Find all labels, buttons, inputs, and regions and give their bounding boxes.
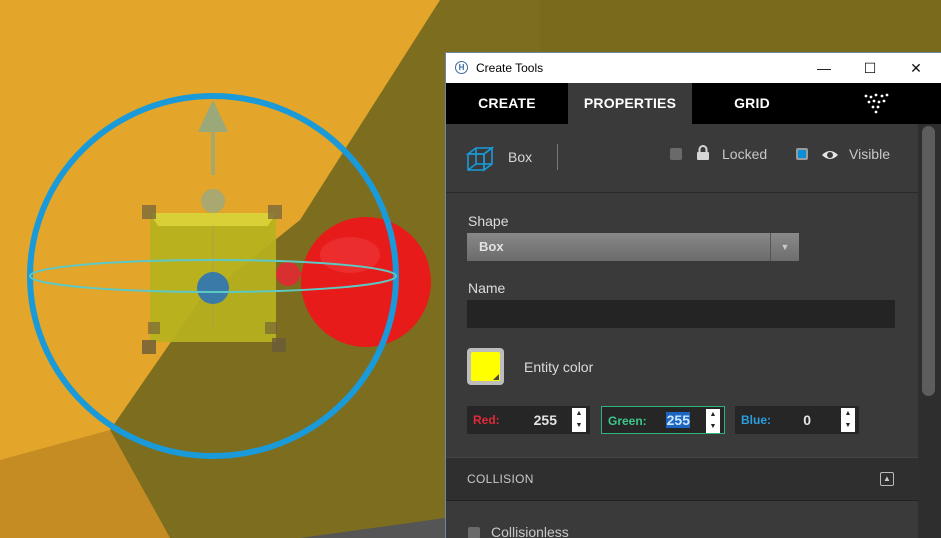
app-icon: H bbox=[455, 61, 468, 74]
red-sphere-entity[interactable] bbox=[301, 217, 431, 347]
spin-up-icon[interactable]: ▲ bbox=[841, 408, 855, 420]
green-label: Green: bbox=[608, 414, 647, 428]
logo-icon[interactable] bbox=[846, 83, 906, 124]
red-value[interactable]: 255 bbox=[527, 412, 557, 428]
red-label: Red: bbox=[473, 413, 500, 427]
blue-spinner[interactable]: ▲ ▼ bbox=[841, 408, 855, 432]
green-field[interactable]: Green: 255 ▲ ▼ bbox=[601, 406, 725, 434]
tab-create[interactable]: CREATE bbox=[446, 83, 568, 124]
collisionless-label: Collisionless bbox=[491, 524, 569, 538]
tab-bar: CREATE PROPERTIES GRID bbox=[446, 83, 941, 124]
red-field[interactable]: Red: 255 ▲ ▼ bbox=[467, 406, 590, 434]
maximize-button[interactable]: ☐ bbox=[847, 53, 893, 83]
divider bbox=[557, 144, 558, 170]
color-swatch bbox=[471, 352, 500, 381]
close-button[interactable]: ✕ bbox=[893, 53, 939, 83]
collision-title: COLLISION bbox=[467, 472, 534, 486]
tab-properties[interactable]: PROPERTIES bbox=[568, 83, 692, 124]
collisionless-checkbox[interactable] bbox=[468, 527, 480, 538]
cube-icon bbox=[465, 146, 495, 177]
spin-up-icon[interactable]: ▲ bbox=[706, 409, 720, 421]
collapse-icon[interactable]: ▲ bbox=[880, 472, 894, 486]
green-value[interactable]: 255 bbox=[666, 412, 690, 428]
shape-dropdown[interactable]: Box ▼ bbox=[467, 233, 799, 261]
spin-down-icon[interactable]: ▼ bbox=[572, 420, 586, 432]
entity-type-label: Box bbox=[508, 149, 533, 165]
spin-down-icon[interactable]: ▼ bbox=[841, 420, 855, 432]
chevron-down-icon[interactable]: ▼ bbox=[770, 233, 799, 261]
locked-checkbox[interactable] bbox=[670, 148, 682, 160]
create-tools-window: H Create Tools — ☐ ✕ CREATE PROPERTIES G… bbox=[445, 52, 941, 538]
visible-label: Visible bbox=[849, 146, 890, 162]
name-label: Name bbox=[468, 280, 506, 296]
entity-header: Box Locked Visible bbox=[446, 124, 918, 193]
entity-color-label: Entity color bbox=[524, 359, 594, 375]
green-spinner[interactable]: ▲ ▼ bbox=[706, 409, 720, 433]
lock-icon bbox=[696, 145, 710, 166]
red-spinner[interactable]: ▲ ▼ bbox=[572, 408, 586, 432]
blue-value[interactable]: 0 bbox=[791, 412, 811, 428]
window-title: Create Tools bbox=[476, 61, 544, 75]
color-swatch-button[interactable] bbox=[467, 348, 504, 385]
title-bar[interactable]: H Create Tools — ☐ ✕ bbox=[446, 53, 941, 83]
shape-label: Shape bbox=[468, 213, 509, 229]
eye-icon bbox=[821, 148, 839, 166]
properties-panel: Box Locked Visible Shape Box ▼ Name Enti… bbox=[446, 124, 918, 538]
collision-section-header[interactable]: COLLISION ▲ bbox=[446, 457, 918, 501]
scrollbar-thumb[interactable] bbox=[922, 126, 935, 396]
name-input[interactable] bbox=[467, 300, 895, 328]
visible-checkbox[interactable] bbox=[796, 148, 808, 160]
center-handle[interactable] bbox=[197, 272, 229, 304]
spin-up-icon[interactable]: ▲ bbox=[572, 408, 586, 420]
tab-grid[interactable]: GRID bbox=[692, 83, 812, 124]
scrollbar[interactable] bbox=[918, 124, 941, 538]
blue-field[interactable]: Blue: 0 ▲ ▼ bbox=[735, 406, 859, 434]
blue-label: Blue: bbox=[741, 413, 771, 427]
locked-label: Locked bbox=[722, 146, 768, 162]
spin-down-icon[interactable]: ▼ bbox=[706, 421, 720, 433]
minimize-button[interactable]: — bbox=[801, 53, 847, 83]
shape-value: Box bbox=[479, 239, 504, 254]
